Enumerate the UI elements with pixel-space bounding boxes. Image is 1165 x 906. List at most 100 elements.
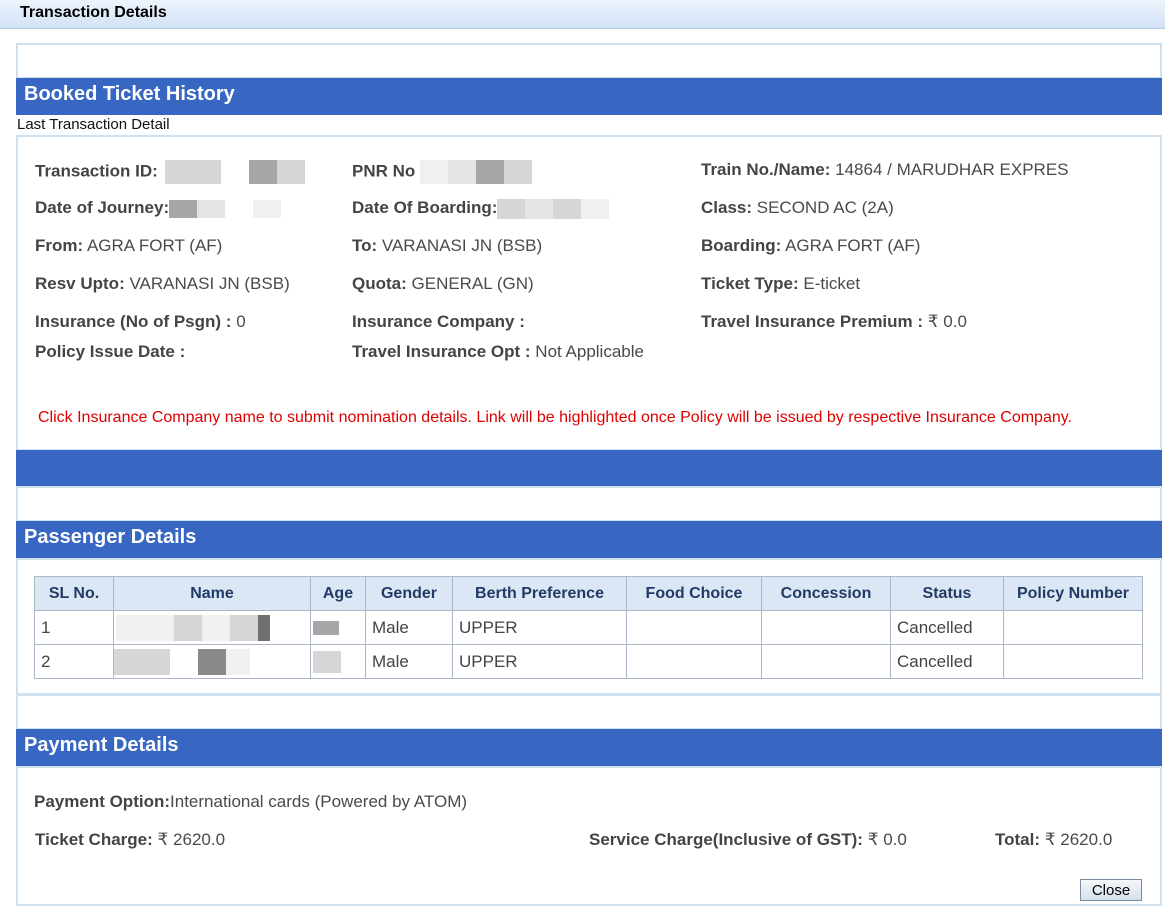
sl-no-cell: 2 xyxy=(34,644,114,679)
top-spacer-panel xyxy=(16,43,1162,79)
total-value: ₹ 2620.0 xyxy=(1040,830,1113,849)
boarding-value: AGRA FORT (AF) xyxy=(781,236,921,255)
ticket-type-label: Ticket Type: xyxy=(701,274,799,293)
date-of-journey-field: Date of Journey: xyxy=(35,198,282,218)
berth-cell: UPPER xyxy=(452,610,627,645)
passenger-table-header: SL No. Name Age Gender Berth Preference … xyxy=(34,576,1143,611)
travel-premium-value: ₹ 0.0 xyxy=(923,312,967,331)
close-button[interactable]: Close xyxy=(1080,879,1142,901)
redacted-block xyxy=(114,648,142,675)
resv-upto-value: VARANASI JN (BSB) xyxy=(124,274,290,293)
ticket-charge-field: Ticket Charge: ₹ 2620.0 xyxy=(35,830,225,850)
col-food-choice: Food Choice xyxy=(626,576,762,611)
travel-opt-value: Not Applicable xyxy=(530,342,644,361)
status-cell: Cancelled xyxy=(890,610,1004,645)
table-row: 1 Male UPPER Cancelled xyxy=(34,610,1143,645)
redacted-block xyxy=(226,648,250,675)
redacted-block xyxy=(420,160,449,184)
redacted-block xyxy=(313,621,339,636)
payment-option-value: International cards (Powered by ATOM) xyxy=(170,792,468,811)
redacted-block xyxy=(448,160,477,184)
to-value: VARANASI JN (BSB) xyxy=(377,236,543,255)
booked-ticket-history-title: Booked Ticket History xyxy=(24,83,235,105)
berth-cell: UPPER xyxy=(452,644,627,679)
quota-value: GENERAL (GN) xyxy=(406,274,534,293)
from-label: From: xyxy=(35,236,84,255)
redacted-block xyxy=(248,160,277,184)
col-name: Name xyxy=(113,576,311,611)
middle-spacer-panel xyxy=(16,486,1162,522)
redacted-block xyxy=(476,160,505,184)
redacted-block xyxy=(116,614,174,641)
transaction-id-field: Transaction ID: xyxy=(35,160,305,184)
window-title: Transaction Details xyxy=(20,4,167,21)
gender-cell: Male xyxy=(365,644,453,679)
insurance-psgn-label: Insurance (No of Psgn) : xyxy=(35,312,232,331)
redacted-block xyxy=(581,198,610,219)
boarding-label: Boarding: xyxy=(701,236,782,255)
redacted-block xyxy=(164,160,221,184)
col-gender: Gender xyxy=(365,576,453,611)
payment-details-header: Payment Details xyxy=(16,729,1162,766)
service-charge-label: Service Charge(Inclusive of GST): xyxy=(589,830,863,849)
insurance-notice: Click Insurance Company name to submit n… xyxy=(38,409,1072,426)
last-transaction-label: Last Transaction Detail xyxy=(17,116,170,133)
resv-upto-label: Resv Upto: xyxy=(35,274,125,293)
ticket-type-value: E-ticket xyxy=(798,274,861,293)
name-cell xyxy=(113,644,311,679)
to-label: To: xyxy=(352,236,378,255)
ticket-type-field: Ticket Type: E-ticket xyxy=(701,274,860,294)
redacted-block xyxy=(197,199,226,218)
lower-spacer-panel xyxy=(16,694,1162,730)
redacted-block xyxy=(221,160,249,184)
policy-issue-field: Policy Issue Date : xyxy=(35,342,185,362)
col-policy-number: Policy Number xyxy=(1003,576,1143,611)
insurance-psgn-field: Insurance (No of Psgn) : 0 xyxy=(35,312,246,332)
food-cell xyxy=(626,610,762,645)
table-row: 2 Male UPPER Cancelled xyxy=(34,644,1143,679)
date-of-boarding-field: Date Of Boarding: xyxy=(352,198,610,219)
insurance-psgn-value: 0 xyxy=(231,312,246,331)
window-titlebar: Transaction Details xyxy=(0,0,1165,29)
travel-premium-label: Travel Insurance Premium : xyxy=(701,312,924,331)
pnr-field: PNR No xyxy=(352,160,533,184)
redacted-block xyxy=(525,198,554,219)
ticket-charge-label: Ticket Charge: xyxy=(35,830,153,849)
name-cell xyxy=(113,610,311,645)
redacted-block xyxy=(313,650,341,673)
age-cell xyxy=(310,610,366,645)
redacted-block xyxy=(553,198,582,219)
redacted-block xyxy=(170,649,198,675)
transaction-id-label: Transaction ID: xyxy=(35,161,158,181)
passenger-details-title: Passenger Details xyxy=(24,526,197,548)
col-age: Age xyxy=(310,576,366,611)
sl-no-cell: 1 xyxy=(34,610,114,645)
redacted-block xyxy=(225,200,253,218)
train-label: Train No./Name: xyxy=(701,160,831,179)
col-status: Status xyxy=(890,576,1004,611)
concession-cell xyxy=(761,644,891,679)
redacted-block xyxy=(142,648,170,675)
train-field: Train No./Name: 14864 / MARUDHAR EXPRES xyxy=(701,160,1069,180)
gender-cell: Male xyxy=(365,610,453,645)
date-of-boarding-label: Date Of Boarding: xyxy=(352,198,498,217)
passenger-table: SL No. Name Age Gender Berth Preference … xyxy=(34,576,1143,679)
food-cell xyxy=(626,644,762,679)
redacted-block xyxy=(198,648,226,675)
insurance-company-field: Insurance Company : xyxy=(352,312,525,332)
payment-option-field: Payment Option:International cards (Powe… xyxy=(34,792,467,812)
service-charge-field: Service Charge(Inclusive of GST): ₹ 0.0 xyxy=(589,830,907,850)
redacted-block xyxy=(253,199,282,218)
travel-opt-field: Travel Insurance Opt : Not Applicable xyxy=(352,342,644,362)
payment-details-title: Payment Details xyxy=(24,734,179,756)
redacted-block xyxy=(504,160,533,184)
total-label: Total: xyxy=(995,830,1041,849)
redacted-block xyxy=(169,199,198,218)
col-berth-preference: Berth Preference xyxy=(452,576,627,611)
booked-ticket-history-header: Booked Ticket History xyxy=(16,78,1162,115)
to-field: To: VARANASI JN (BSB) xyxy=(352,236,542,256)
blank-section-bar xyxy=(16,450,1162,487)
status-cell: Cancelled xyxy=(890,644,1004,679)
redacted-block xyxy=(258,614,270,641)
resv-upto-field: Resv Upto: VARANASI JN (BSB) xyxy=(35,274,290,294)
